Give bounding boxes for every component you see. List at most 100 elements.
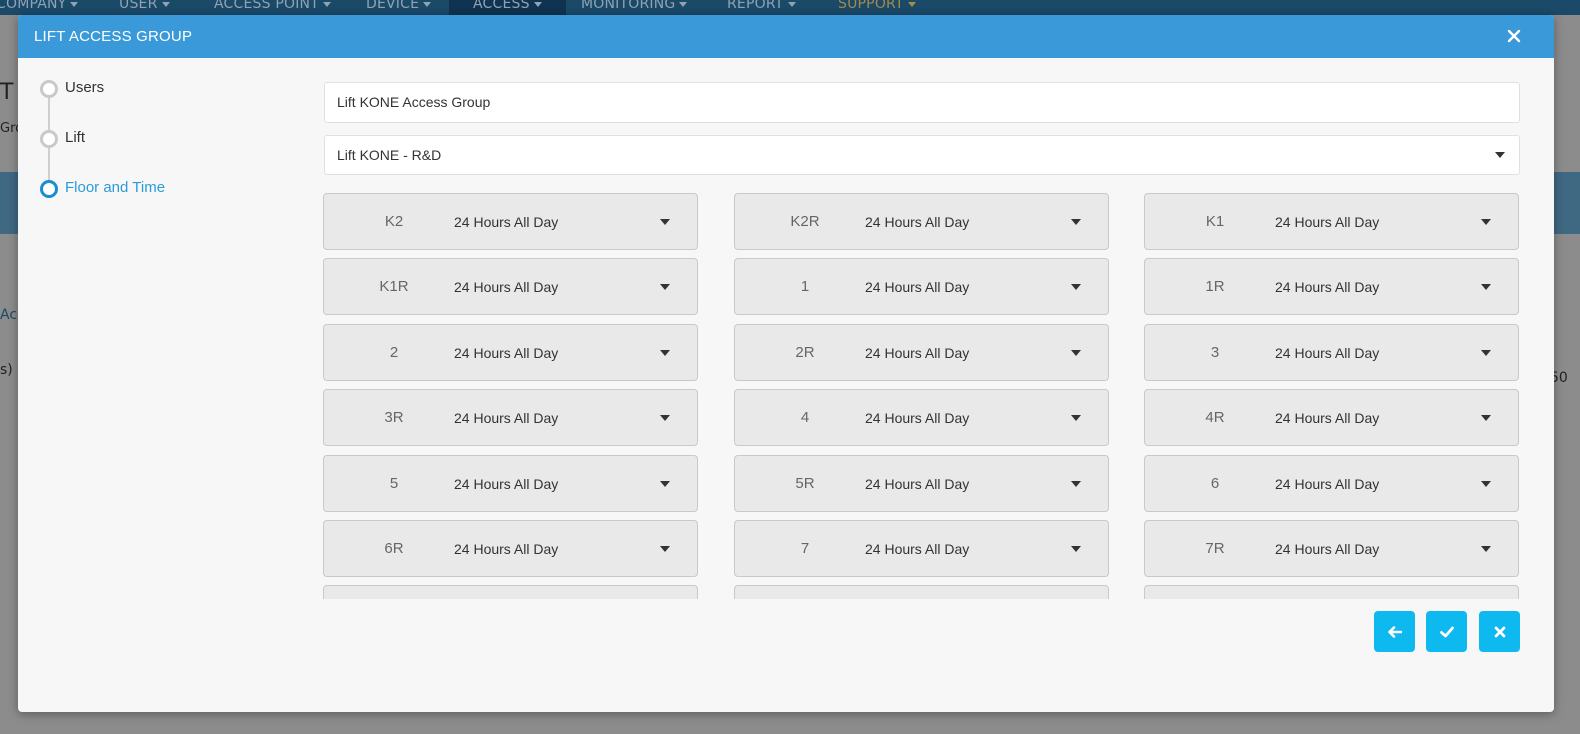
floor-schedule-select[interactable]: 24 Hours All Day	[1275, 203, 1497, 241]
nav-company-label: COMPANY	[0, 0, 67, 12]
close-icon[interactable]	[1502, 24, 1526, 48]
floor-label: 3R	[384, 409, 404, 427]
floor-schedule-select[interactable]: 24 Hours All Day	[1275, 530, 1497, 568]
chevron-down-icon	[1481, 546, 1491, 552]
floor-schedule-select[interactable]: 24 Hours All Day	[865, 530, 1087, 568]
chevron-down-icon	[660, 480, 670, 487]
floor-schedule-value: 24 Hours All Day	[454, 410, 559, 427]
floor-schedule-select[interactable]: 24 Hours All Day	[454, 399, 676, 437]
floor-schedule-select[interactable]: 24 Hours All Day	[865, 399, 1087, 437]
floor-label: 2	[389, 343, 399, 361]
chevron-down-icon	[70, 1, 79, 7]
floor-label: 7R	[1205, 540, 1225, 557]
step-indicator-icon	[40, 180, 58, 198]
back-button[interactable]	[1374, 611, 1415, 652]
floor-schedule-select[interactable]: 24 Hours All Day	[454, 530, 676, 568]
save-button[interactable]	[1426, 611, 1467, 652]
floor-schedule-value: 24 Hours All Day	[865, 214, 970, 230]
floor-schedule-value: 24 Hours All Day	[1275, 475, 1380, 492]
floor-schedule-select[interactable]: 24 Hours All Day	[1275, 465, 1497, 503]
floor-schedule-value: 24 Hours All Day	[454, 214, 559, 230]
nav-user[interactable]: USER	[119, 0, 170, 12]
nav-report-label: REPORT	[727, 0, 784, 12]
floor-schedule-value: 24 Hours All Day	[454, 541, 559, 557]
nav-monitoring-label: MONITORING	[581, 0, 676, 12]
floor-label: 6	[1210, 474, 1220, 492]
chevron-down-icon	[1071, 480, 1081, 487]
floor-schedule-select[interactable]: 24 Hours All Day	[454, 203, 676, 241]
floor-schedule-select[interactable]: 24 Hours All Day	[454, 268, 676, 306]
floor-row: 5R 24 Hours All Day	[734, 454, 1109, 512]
floor-schedule-select[interactable]: 24 Hours All Day	[865, 268, 1087, 306]
lift-select[interactable]: Lift KONE - R&D	[324, 135, 1520, 175]
lift-select-value: Lift KONE - R&D	[337, 147, 442, 163]
chevron-down-icon	[161, 1, 170, 7]
chevron-down-icon	[679, 1, 688, 7]
floor-schedule-value: 24 Hours All Day	[865, 541, 970, 557]
modal-title: LIFT ACCESS GROUP	[34, 28, 193, 45]
floor-schedule-select[interactable]: 24 Hours All Day	[865, 465, 1087, 503]
chevron-down-icon	[1071, 349, 1081, 356]
floor-label: 1R	[1205, 278, 1225, 296]
floor-schedule-select[interactable]: 24 Hours All Day	[454, 334, 676, 372]
nav-access-point[interactable]: ACCESS POINT	[214, 0, 331, 12]
check-icon	[1439, 626, 1454, 637]
floor-schedule-value: 24 Hours All Day	[865, 475, 970, 492]
step-floor-and-time-label: Floor and Time	[65, 179, 166, 196]
background-count-fragment: s)	[0, 362, 13, 378]
nav-device[interactable]: DEVICE	[366, 0, 432, 12]
chevron-down-icon	[1495, 152, 1505, 158]
floor-schedule-value: 24 Hours All Day	[454, 279, 559, 296]
floor-schedule-select[interactable]: 24 Hours All Day	[454, 465, 676, 503]
floor-row: 7R 24 Hours All Day	[1144, 520, 1519, 577]
chevron-down-icon	[423, 1, 432, 7]
floor-label: 5	[389, 474, 399, 492]
nav-company[interactable]: COMPANY	[0, 0, 79, 12]
chevron-down-icon	[1071, 284, 1081, 291]
nav-monitoring[interactable]: MONITORING	[581, 0, 688, 12]
chevron-down-icon	[1071, 415, 1081, 422]
floor-label	[324, 586, 464, 599]
chevron-down-icon	[660, 219, 670, 225]
floor-schedule-value: 24 Hours All Day	[1275, 279, 1380, 296]
step-indicator-icon	[40, 130, 58, 148]
nav-report[interactable]: REPORT	[727, 0, 796, 12]
close-icon	[1494, 626, 1505, 637]
floor-row: 3 24 Hours All Day	[1144, 323, 1519, 381]
floor-schedule-value: 24 Hours All Day	[454, 475, 559, 492]
floor-label: 1	[800, 278, 810, 296]
floor-row	[734, 585, 1109, 599]
floor-schedule-grid[interactable]: K2 24 Hours All Day K2R 24 Hours All Day K1 2…	[323, 193, 1523, 599]
nav-access[interactable]: ACCESS	[449, 0, 566, 15]
floor-label: 6R	[384, 540, 404, 557]
chevron-down-icon	[1071, 546, 1081, 552]
floor-row: 3R 24 Hours All Day	[323, 389, 698, 447]
floor-label	[1145, 586, 1285, 599]
chevron-down-icon	[660, 284, 670, 291]
cancel-button[interactable]	[1479, 611, 1520, 652]
floor-label: 5R	[795, 474, 815, 492]
nav-user-label: USER	[119, 0, 158, 12]
floor-schedule-select[interactable]: 24 Hours All Day	[1275, 268, 1497, 306]
lift-access-group-modal: LIFT ACCESS GROUP Users Lift Floor and T…	[18, 15, 1554, 712]
nav-support-label: SUPPORT	[838, 0, 904, 12]
floor-label: 3	[1210, 343, 1220, 361]
group-name-input[interactable]: Lift KONE Access Group	[324, 82, 1520, 123]
floor-row: 6 24 Hours All Day	[1144, 454, 1519, 512]
floor-label: K1	[1205, 213, 1225, 230]
nav-support[interactable]: SUPPORT	[838, 0, 916, 12]
chevron-down-icon	[322, 1, 331, 7]
floor-label: 2R	[795, 343, 815, 361]
floor-schedule-select[interactable]: 24 Hours All Day	[1275, 399, 1497, 437]
floor-schedule-select[interactable]: 24 Hours All Day	[1275, 334, 1497, 372]
nav-device-label: DEVICE	[366, 0, 420, 12]
floor-schedule-select[interactable]: 24 Hours All Day	[865, 203, 1087, 241]
floor-label: K2	[384, 213, 404, 230]
floor-schedule-select[interactable]: 24 Hours All Day	[865, 334, 1087, 372]
chevron-down-icon	[1481, 219, 1491, 225]
top-navigation: COMPANY USER ACCESS POINT DEVICE ACCESS …	[0, 0, 1580, 15]
floor-row: 5 24 Hours All Day	[323, 454, 698, 512]
chevron-down-icon	[1481, 415, 1491, 422]
floor-label: 4	[800, 409, 810, 427]
floor-label	[735, 586, 875, 599]
